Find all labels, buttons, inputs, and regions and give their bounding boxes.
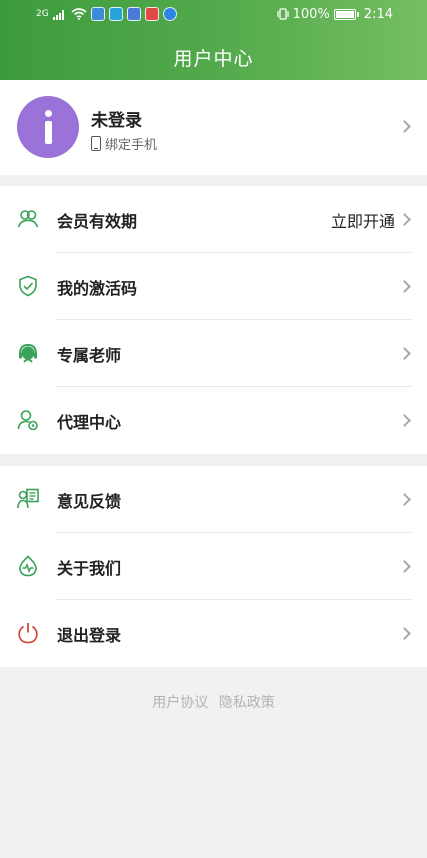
menu-label: 关于我们 — [57, 559, 122, 578]
menu-label: 我的激活码 — [57, 279, 138, 298]
menu-group-account: 会员有效期 立即开通 我的激活码 专属老师 代理中心 — [0, 186, 427, 454]
footer-links: 用户协议 隐私政策 — [0, 692, 427, 712]
chevron-right-icon — [398, 493, 411, 506]
avatar-info-icon[interactable] — [17, 96, 79, 158]
chevron-right-icon — [398, 560, 411, 573]
privacy-policy-link[interactable]: 隐私政策 — [219, 695, 275, 711]
battery-percent: 100% — [292, 6, 330, 22]
menu-item-agent-center[interactable]: 代理中心 — [0, 387, 427, 454]
status-left-icons: 2G — [36, 6, 177, 22]
bind-phone-label: 绑定手机 — [105, 138, 158, 153]
menu-label: 代理中心 — [57, 413, 122, 432]
user-agreement-link[interactable]: 用户协议 — [152, 695, 208, 711]
menu-label: 专属老师 — [57, 346, 122, 365]
menu-label: 会员有效期 — [57, 212, 138, 231]
menu-item-feedback[interactable]: 意见反馈 — [0, 466, 427, 533]
teacher-icon — [19, 343, 37, 363]
agent-icon — [17, 410, 38, 431]
about-icon — [19, 555, 37, 577]
status-right-icons: 100% 2:14 — [277, 5, 393, 23]
chevron-right-icon — [398, 347, 411, 360]
menu-label: 退出登录 — [57, 626, 122, 645]
menu-item-teacher[interactable]: 专属老师 — [0, 320, 427, 387]
app-notification-icon — [90, 7, 105, 21]
menu-item-logout[interactable]: 退出登录 — [0, 600, 427, 667]
signal-icon — [52, 10, 64, 20]
bind-phone-link[interactable]: 绑定手机 — [91, 134, 157, 153]
chevron-right-icon — [398, 213, 411, 226]
app-notification-icon — [108, 7, 123, 21]
app-header: 2G 100% 2:14 用户中心 — [0, 0, 427, 80]
feedback-icon — [17, 488, 39, 509]
chevron-right-icon — [398, 120, 411, 133]
wifi-icon — [71, 8, 87, 20]
menu-value[interactable]: 立即开通 — [331, 208, 395, 232]
profile-card[interactable]: 未登录 绑定手机 — [0, 80, 427, 175]
battery-icon — [333, 8, 359, 20]
menu-item-membership[interactable]: 会员有效期 立即开通 — [0, 186, 427, 253]
menu-item-about[interactable]: 关于我们 — [0, 533, 427, 600]
members-icon — [17, 210, 39, 228]
chevron-right-icon — [398, 280, 411, 293]
vibrate-icon — [277, 8, 289, 20]
menu-group-general: 意见反馈 关于我们 退出登录 — [0, 466, 427, 667]
clock: 2:14 — [363, 6, 393, 22]
chevron-right-icon — [398, 627, 411, 640]
status-bar: 2G 100% 2:14 — [0, 0, 427, 28]
chevron-right-icon — [398, 414, 411, 427]
app-notification-icon — [126, 7, 141, 21]
power-icon — [18, 623, 38, 644]
network-type: 2G — [36, 9, 49, 19]
page-title: 用户中心 — [173, 48, 254, 70]
shield-check-icon — [19, 275, 37, 297]
menu-label: 意见反馈 — [57, 492, 122, 511]
phone-icon — [91, 136, 101, 151]
menu-item-activation-code[interactable]: 我的激活码 — [0, 253, 427, 320]
login-status: 未登录 — [91, 111, 142, 131]
app-notification-icon — [144, 7, 159, 21]
app-notification-icon — [162, 7, 177, 21]
